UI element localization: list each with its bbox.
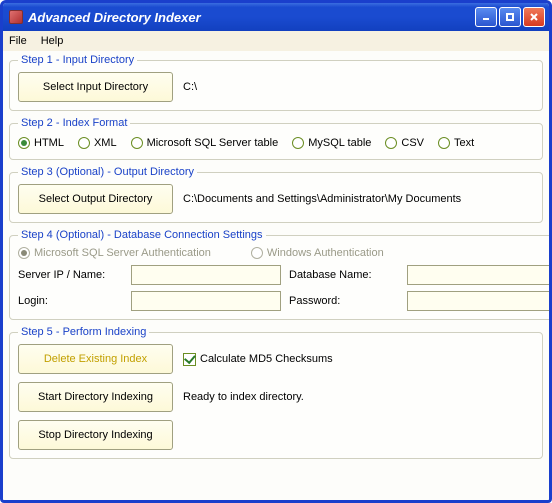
menubar: File Help (3, 31, 549, 51)
radio-icon (385, 137, 397, 149)
content-area: Step 1 - Input Directory Select Input Di… (3, 51, 549, 500)
radio-icon (131, 137, 143, 149)
step4-legend: Step 4 (Optional) - Database Connection … (18, 229, 266, 241)
step3-group: Step 3 (Optional) - Output Directory Sel… (9, 166, 543, 223)
radio-icon (438, 137, 450, 149)
select-input-directory-button[interactable]: Select Input Directory (18, 72, 173, 102)
auth-windows-label: Windows Authentication (267, 247, 384, 259)
step2-legend: Step 2 - Index Format (18, 117, 130, 129)
database-label: Database Name: (289, 269, 399, 281)
app-window: Advanced Directory Indexer File Help Ste… (0, 0, 552, 503)
login-input[interactable] (131, 291, 281, 311)
menu-file[interactable]: File (9, 35, 27, 47)
minimize-icon (481, 12, 491, 22)
auth-sql-label: Microsoft SQL Server Authentication (34, 247, 211, 259)
menu-help[interactable]: Help (41, 35, 64, 47)
titlebar: Advanced Directory Indexer (3, 3, 549, 31)
delete-existing-index-button[interactable]: Delete Existing Index (18, 344, 173, 374)
password-input[interactable] (407, 291, 549, 311)
database-input[interactable] (407, 265, 549, 285)
format-text-radio[interactable]: Text (438, 137, 474, 149)
password-label: Password: (289, 295, 399, 307)
stop-directory-indexing-button[interactable]: Stop Directory Indexing (18, 420, 173, 450)
format-csv-radio[interactable]: CSV (385, 137, 424, 149)
step1-group: Step 1 - Input Directory Select Input Di… (9, 54, 543, 111)
radio-icon (292, 137, 304, 149)
output-directory-path: C:\Documents and Settings\Administrator\… (183, 193, 461, 205)
window-title: Advanced Directory Indexer (28, 10, 475, 25)
auth-sql-radio: Microsoft SQL Server Authentication (18, 247, 211, 259)
auth-windows-radio: Windows Authentication (251, 247, 384, 259)
format-xml-radio[interactable]: XML (78, 137, 117, 149)
app-icon (9, 10, 23, 24)
window-controls (475, 7, 545, 27)
format-xml-label: XML (94, 137, 117, 149)
step2-group: Step 2 - Index Format HTML XML Microsoft… (9, 117, 543, 160)
login-label: Login: (18, 295, 123, 307)
minimize-button[interactable] (475, 7, 497, 27)
step5-group: Step 5 - Perform Indexing Delete Existin… (9, 326, 543, 459)
server-label: Server IP / Name: (18, 269, 123, 281)
md5-checkbox[interactable]: Calculate MD5 Checksums (183, 353, 333, 366)
radio-icon (251, 247, 263, 259)
radio-icon (18, 137, 30, 149)
format-csv-label: CSV (401, 137, 424, 149)
format-mysql-label: MySQL table (308, 137, 371, 149)
close-button[interactable] (523, 7, 545, 27)
step1-legend: Step 1 - Input Directory (18, 54, 137, 66)
format-mssql-label: Microsoft SQL Server table (147, 137, 279, 149)
input-directory-path: C:\ (183, 81, 197, 93)
format-html-label: HTML (34, 137, 64, 149)
radio-icon (18, 247, 30, 259)
step4-group: Step 4 (Optional) - Database Connection … (9, 229, 549, 320)
select-output-directory-button[interactable]: Select Output Directory (18, 184, 173, 214)
start-directory-indexing-button[interactable]: Start Directory Indexing (18, 382, 173, 412)
checkbox-icon (183, 353, 196, 366)
format-html-radio[interactable]: HTML (18, 137, 64, 149)
format-mssql-radio[interactable]: Microsoft SQL Server table (131, 137, 279, 149)
server-input[interactable] (131, 265, 281, 285)
indexing-status: Ready to index directory. (183, 391, 304, 403)
maximize-button[interactable] (499, 7, 521, 27)
format-text-label: Text (454, 137, 474, 149)
close-icon (529, 12, 539, 22)
md5-label: Calculate MD5 Checksums (200, 353, 333, 365)
format-mysql-radio[interactable]: MySQL table (292, 137, 371, 149)
radio-icon (78, 137, 90, 149)
maximize-icon (505, 12, 515, 22)
step3-legend: Step 3 (Optional) - Output Directory (18, 166, 197, 178)
step5-legend: Step 5 - Perform Indexing (18, 326, 149, 338)
